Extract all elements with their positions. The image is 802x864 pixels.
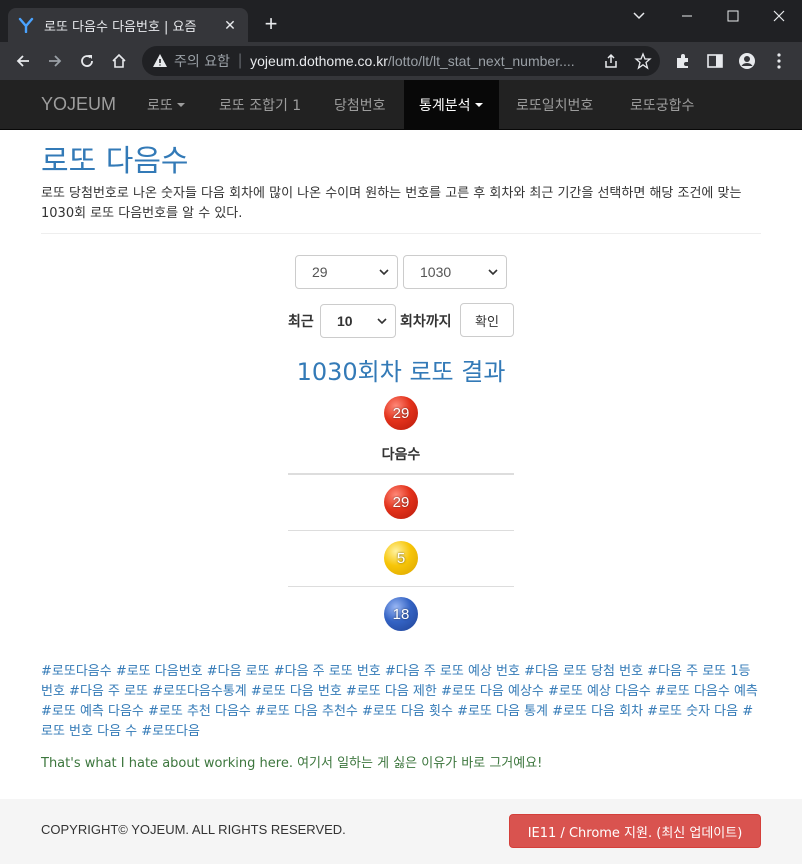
browser-toolbar: 주의 요함 | yojeum.dothome.co.kr/lotto/lt/lt… (0, 42, 802, 80)
nav-item-compatibility[interactable]: 로또궁합수 (615, 80, 709, 130)
caret-down-icon (176, 103, 185, 107)
chevron-down-icon (488, 269, 498, 276)
footer: COPYRIGHT© YOJEUM. ALL RIGHTS RESERVED. … (0, 799, 802, 864)
security-label[interactable]: 주의 요함 (174, 51, 230, 71)
url-text[interactable]: yojeum.dothome.co.kr/lotto/lt/lt_stat_ne… (250, 53, 590, 69)
page-description: 로또 당첨번호로 나온 숫자들 다음 회차에 많이 나온 수이며 원하는 번호를… (41, 186, 742, 221)
extensions-icon[interactable] (674, 52, 692, 70)
round-select[interactable]: 1030 (403, 255, 507, 289)
reload-icon[interactable] (74, 48, 100, 74)
profile-icon[interactable] (738, 52, 756, 70)
tab-search-icon[interactable] (616, 0, 662, 32)
chevron-down-icon (377, 318, 387, 325)
bookmark-star-icon[interactable] (634, 52, 652, 70)
side-panel-icon[interactable] (706, 52, 724, 70)
minimize-icon[interactable] (664, 0, 710, 32)
table-header-rule (288, 473, 514, 475)
table-row-rule (288, 530, 514, 531)
nav-item-lotto-combiner[interactable]: 로또 조합기 1 (204, 80, 316, 130)
maximize-icon[interactable] (710, 0, 756, 32)
yojeum-favicon-icon (18, 17, 34, 33)
address-separator: | (237, 52, 243, 69)
chevron-down-icon (379, 269, 389, 276)
until-round-label: 회차까지 (400, 314, 452, 330)
browser-tab-bar: 로또 다음수 다음번호 | 요즘 ✕ + (0, 0, 802, 42)
copyright-text: COPYRIGHT© YOJEUM. ALL RIGHTS RESERVED. (41, 822, 346, 837)
tab-title: 로또 다음수 다음번호 | 요즘 (44, 19, 197, 35)
nav-item-winning-numbers[interactable]: 당첨번호 (319, 80, 401, 130)
english-quote: That's what I hate about working here. 여… (41, 756, 543, 771)
address-bar[interactable]: 주의 요함 | yojeum.dothome.co.kr/lotto/lt/lt… (142, 46, 660, 76)
nav-item-match-numbers[interactable]: 로또일치번호 (501, 80, 608, 130)
new-tab-icon[interactable]: + (258, 12, 284, 36)
next-number-ball: 5 (384, 541, 418, 575)
site-navbar: YOJEUM 로또 로또 조합기 1 당첨번호 통계분석 로또일치번호 로또궁합… (0, 80, 802, 130)
site-brand[interactable]: YOJEUM (41, 94, 116, 115)
browser-tab[interactable]: 로또 다음수 다음번호 | 요즘 ✕ (8, 8, 248, 42)
warning-icon[interactable] (152, 53, 168, 69)
recent-count-select[interactable]: 10 (320, 304, 396, 338)
confirm-button[interactable]: 확인 (460, 303, 514, 337)
back-icon[interactable] (10, 48, 36, 74)
table-row-rule (288, 586, 514, 587)
nav-item-lotto[interactable]: 로또 (132, 80, 200, 130)
home-icon[interactable] (106, 48, 132, 74)
divider (41, 233, 761, 234)
hashtag-list[interactable]: #로또다음수 #로또 다음번호 #다음 로또 #다음 주 로또 번호 #다음 주… (41, 662, 763, 742)
tab-close-icon[interactable]: ✕ (222, 17, 238, 34)
forward-icon[interactable] (42, 48, 68, 74)
nav-item-statistics[interactable]: 통계분석 (404, 80, 499, 130)
page-title: 로또 다음수 (41, 144, 189, 179)
caret-down-icon (474, 103, 483, 107)
result-title: 1030회차 로또 결과 (296, 358, 506, 386)
browser-support-button[interactable]: IE11 / Chrome 지원. (최신 업데이트) (509, 814, 761, 848)
next-number-ball: 29 (384, 485, 418, 519)
next-number-ball: 18 (384, 597, 418, 631)
number-select[interactable]: 29 (295, 255, 398, 289)
window-close-icon[interactable] (756, 0, 802, 32)
recent-label: 최근 (288, 314, 314, 330)
next-number-header: 다음수 (381, 447, 421, 463)
browser-menu-icon[interactable] (770, 52, 788, 70)
selected-number-ball: 29 (384, 396, 418, 430)
share-icon[interactable] (602, 52, 620, 70)
